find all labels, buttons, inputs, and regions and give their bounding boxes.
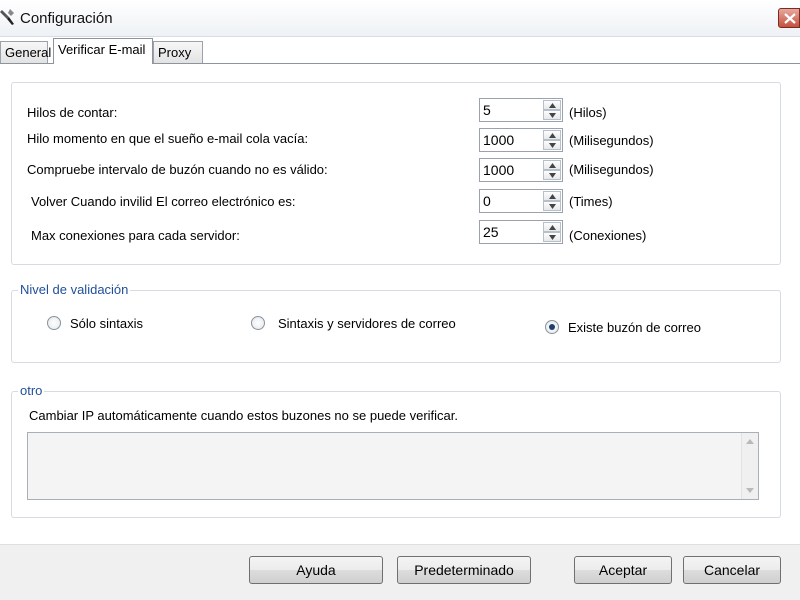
- interval-spinner-buttons: [543, 160, 561, 180]
- chevron-up-icon: [549, 225, 556, 230]
- other-legend: otro: [18, 383, 45, 398]
- connections-value[interactable]: 25: [483, 224, 499, 240]
- chevron-down-icon: [549, 235, 556, 240]
- textarea-scrollbar[interactable]: [741, 433, 758, 499]
- close-button[interactable]: [778, 8, 800, 28]
- sleep-value[interactable]: 1000: [483, 132, 514, 148]
- window-title: Configuración: [20, 10, 113, 27]
- other-description: Cambiar IP automáticamente cuando estos …: [29, 408, 459, 423]
- setting-label-threads: Hilos de contar:: [27, 105, 118, 120]
- threads-spinner[interactable]: 5: [479, 98, 563, 122]
- chevron-down-icon: [549, 173, 556, 178]
- settings-group: Hilos de contar: 5 (Hilos) Hilo momento …: [11, 82, 781, 265]
- retry-spinner-buttons: [543, 191, 561, 211]
- interval-value[interactable]: 1000: [483, 162, 514, 178]
- sleep-spinner-buttons: [543, 130, 561, 150]
- dialog-footer: Ayuda Predeterminado Aceptar Cancelar: [0, 544, 800, 600]
- interval-down-button[interactable]: [543, 170, 561, 180]
- chevron-up-icon: [549, 163, 556, 168]
- interval-up-button[interactable]: [543, 160, 561, 170]
- chevron-down-icon: [549, 143, 556, 148]
- tools-icon: [0, 8, 16, 26]
- tab-general[interactable]: General: [0, 41, 51, 63]
- connections-spinner-buttons: [543, 222, 561, 242]
- validation-level-legend: Nivel de validación: [18, 282, 131, 297]
- sleep-down-button[interactable]: [543, 140, 561, 150]
- interval-unit: (Milisegundos): [569, 162, 654, 177]
- sleep-unit: (Milisegundos): [569, 133, 654, 148]
- scroll-down-icon[interactable]: [746, 488, 754, 493]
- radio-syntax-only[interactable]: [47, 316, 61, 330]
- configuration-dialog: Configuración General Verificar E-mail P…: [0, 0, 800, 600]
- setting-label-retry: Volver Cuando invilid El correo electrón…: [31, 194, 296, 209]
- chevron-down-icon: [549, 113, 556, 118]
- connections-down-button[interactable]: [543, 232, 561, 242]
- retry-unit: (Times): [569, 194, 613, 209]
- retry-up-button[interactable]: [543, 191, 561, 201]
- threads-down-button[interactable]: [543, 110, 561, 120]
- validation-level-group: Nivel de validación Sólo sintaxis Sintax…: [11, 282, 781, 363]
- tab-verificar-email[interactable]: Verificar E-mail: [53, 38, 153, 64]
- ip-change-textarea[interactable]: [27, 432, 759, 500]
- help-button[interactable]: Ayuda: [249, 556, 383, 584]
- radio-syntax-and-servers[interactable]: [251, 316, 265, 330]
- tab-strip: General Verificar E-mail Proxy: [0, 37, 800, 64]
- setting-label-connections: Max conexiones para cada servidor:: [31, 228, 240, 243]
- title-bar: Configuración: [0, 0, 800, 37]
- connections-up-button[interactable]: [543, 222, 561, 232]
- threads-spinner-buttons: [543, 100, 561, 120]
- accept-button[interactable]: Aceptar: [574, 556, 672, 584]
- sleep-spinner[interactable]: 1000: [479, 128, 563, 152]
- close-icon: [784, 13, 796, 24]
- chevron-down-icon: [549, 204, 556, 209]
- tab-proxy[interactable]: Proxy: [153, 41, 203, 63]
- retry-value[interactable]: 0: [483, 193, 491, 209]
- interval-spinner[interactable]: 1000: [479, 158, 563, 182]
- scroll-up-icon[interactable]: [746, 439, 754, 444]
- default-button[interactable]: Predeterminado: [397, 556, 531, 584]
- cancel-button[interactable]: Cancelar: [683, 556, 781, 584]
- chevron-up-icon: [549, 133, 556, 138]
- connections-spinner[interactable]: 25: [479, 220, 563, 244]
- radio-syntax-only-label[interactable]: Sólo sintaxis: [70, 316, 143, 331]
- other-group: otro Cambiar IP automáticamente cuando e…: [11, 383, 781, 518]
- chevron-up-icon: [549, 194, 556, 199]
- radio-mailbox-exists-label[interactable]: Existe buzón de correo: [568, 320, 701, 335]
- tab-content: Hilos de contar: 5 (Hilos) Hilo momento …: [0, 64, 800, 544]
- connections-unit: (Conexiones): [569, 228, 647, 243]
- retry-spinner[interactable]: 0: [479, 189, 563, 213]
- threads-up-button[interactable]: [543, 100, 561, 110]
- radio-syntax-and-servers-label[interactable]: Sintaxis y servidores de correo: [278, 316, 456, 331]
- radio-mailbox-exists[interactable]: [545, 320, 559, 334]
- setting-label-sleep: Hilo momento en que el sueño e-mail cola…: [27, 131, 309, 146]
- threads-unit: (Hilos): [569, 105, 607, 120]
- sleep-up-button[interactable]: [543, 130, 561, 140]
- setting-label-interval: Compruebe intervalo de buzón cuando no e…: [27, 162, 328, 177]
- retry-down-button[interactable]: [543, 201, 561, 211]
- threads-value[interactable]: 5: [483, 102, 491, 118]
- chevron-up-icon: [549, 103, 556, 108]
